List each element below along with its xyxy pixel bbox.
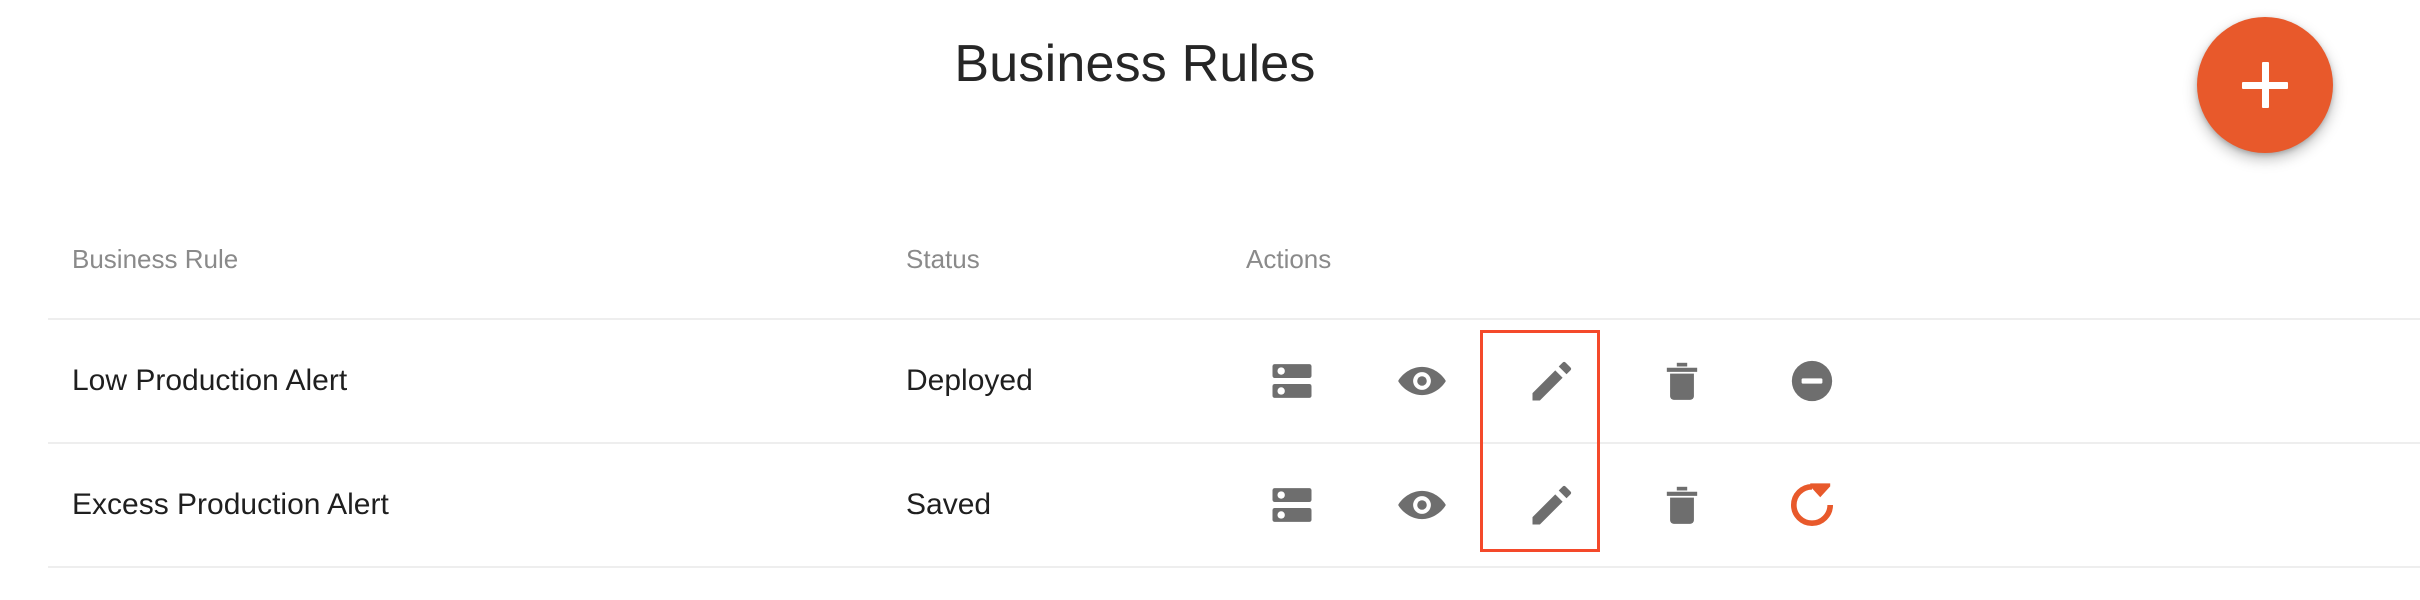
trash-icon: [1666, 362, 1698, 400]
pencil-icon-button[interactable]: [1520, 349, 1584, 413]
pencil-icon: [1532, 361, 1572, 401]
pencil-icon: [1532, 485, 1572, 525]
page-title: Business Rules: [954, 35, 1316, 93]
server-icon-button[interactable]: [1260, 349, 1324, 413]
column-header-business-rule: Business Rule: [72, 243, 239, 274]
eye-icon-button[interactable]: [1390, 473, 1454, 537]
action-icon-group: [1246, 473, 2346, 537]
cell-actions: [1246, 349, 2346, 413]
action-icon-group: [1246, 349, 2346, 413]
page-header: Business Rules Add Business Rule: [0, 0, 2420, 170]
cell-actions: [1246, 473, 2346, 537]
cell-status: Deployed: [906, 364, 1033, 397]
trash-icon: [1666, 486, 1698, 524]
business-rules-table: Business Rule Status Actions Low Product…: [48, 200, 2420, 568]
business-rules-page: Business Rules Add Business Rule Busines…: [0, 0, 2420, 600]
server-icon-button[interactable]: [1260, 473, 1324, 537]
pencil-icon-button[interactable]: [1520, 473, 1584, 537]
table-row[interactable]: Low Production Alert Deployed: [48, 320, 2420, 444]
minus-circle-icon-button[interactable]: [1780, 349, 1844, 413]
trash-icon-button[interactable]: [1650, 473, 1714, 537]
minus-circle-icon: [1791, 360, 1833, 402]
column-header-actions: Actions: [1246, 243, 1332, 274]
cell-business-rule: Low Production Alert: [72, 364, 348, 397]
trash-icon-button[interactable]: [1650, 349, 1714, 413]
table-header-row: Business Rule Status Actions: [48, 200, 2420, 320]
eye-icon: [1398, 490, 1446, 520]
server-icon: [1272, 364, 1312, 398]
server-icon: [1272, 488, 1312, 522]
column-header-status: Status: [906, 243, 980, 274]
refresh-icon: [1791, 483, 1834, 526]
cell-business-rule: Excess Production Alert: [72, 488, 389, 521]
add-business-rule-button[interactable]: Add Business Rule: [2197, 17, 2333, 153]
eye-icon-button[interactable]: [1390, 349, 1454, 413]
eye-icon: [1398, 366, 1446, 396]
table-row[interactable]: Excess Production Alert Saved: [48, 444, 2420, 568]
cell-status: Saved: [906, 488, 992, 521]
plus-icon-vertical: [2261, 62, 2269, 108]
refresh-icon-button[interactable]: [1780, 473, 1844, 537]
